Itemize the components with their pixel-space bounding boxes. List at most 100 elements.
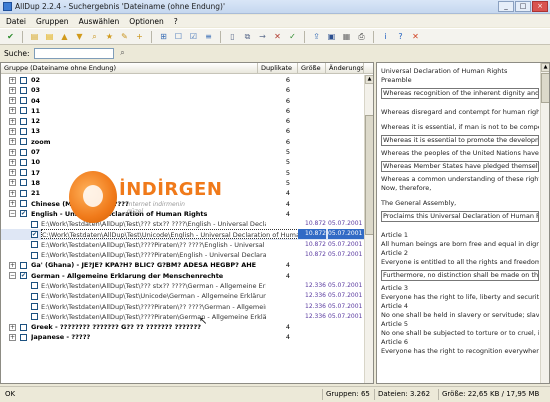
file-checkbox[interactable] — [31, 313, 38, 321]
scroll-up-icon[interactable]: ▲ — [365, 75, 373, 84]
file-row[interactable]: E:\Work\Testdaten\AllDup\Test\????Pirate… — [1, 250, 364, 260]
file-row[interactable]: E:\Work\Testdaten\AllDup\Test\Unicode\Ge… — [1, 291, 364, 301]
file-row[interactable]: E:\Work\Testdaten\AllDup\Test\????Pirate… — [1, 302, 364, 312]
menu-optionen[interactable]: Optionen — [129, 17, 163, 26]
group-checkbox[interactable] — [20, 323, 27, 331]
column-header-group[interactable]: Gruppe (Dateiname ohne Endung) — [1, 63, 258, 74]
group-row[interactable]: +02 6 — [1, 75, 364, 85]
tree-icon[interactable]: ⊞ — [157, 30, 170, 43]
expand-icon[interactable]: + — [9, 169, 16, 177]
menu-auswaehlen[interactable]: Auswählen — [79, 17, 120, 26]
expand-icon[interactable]: + — [9, 148, 16, 156]
expand-icon[interactable]: + — [9, 189, 16, 197]
group-checkbox[interactable] — [20, 127, 27, 135]
group-checkbox[interactable] — [20, 148, 27, 156]
file-checkbox[interactable] — [31, 220, 38, 228]
group-row[interactable]: +07 5 — [1, 147, 364, 157]
file-row[interactable]: E:\Work\Testdaten\AllDup\Test\????Pirate… — [1, 312, 364, 322]
group-checkbox[interactable]: ✔ — [20, 272, 27, 280]
collapse-icon[interactable]: − — [9, 272, 16, 280]
preview-scrollbar[interactable]: ▲ — [540, 63, 549, 383]
group-checkbox[interactable] — [20, 76, 27, 84]
save-icon[interactable]: ▣ — [325, 30, 338, 43]
group-row[interactable]: +13 6 — [1, 126, 364, 136]
group-checkbox[interactable] — [20, 200, 27, 208]
expand-icon[interactable]: + — [9, 127, 16, 135]
file-row[interactable]: E:\Work\Testdaten\AllDup\Test\??? stx?? … — [1, 281, 364, 291]
group-row[interactable]: + Ga' (Ghana) - JE?JE? KPA?H? BLIC? G?BM?… — [1, 260, 364, 270]
search-input[interactable] — [33, 47, 114, 59]
expand-icon[interactable]: + — [9, 179, 16, 187]
document-icon[interactable]: ▯ — [226, 30, 239, 43]
list-icon[interactable]: ≡ — [202, 30, 215, 43]
folder-up-icon[interactable]: ▲ — [58, 30, 71, 43]
scroll-thumb[interactable] — [365, 115, 373, 235]
check-icon[interactable]: ✔ — [4, 30, 17, 43]
group-checkbox[interactable] — [20, 107, 27, 115]
group-checkbox[interactable] — [20, 86, 27, 94]
group-row[interactable]: + zoom 6 — [1, 137, 364, 147]
column-header-date[interactable]: Änderungsdat — [326, 63, 364, 74]
menu-help[interactable]: ? — [174, 17, 178, 26]
group-checkbox[interactable] — [20, 138, 27, 146]
folder-search-icon[interactable]: ⌕ — [88, 30, 101, 43]
file-checkbox[interactable] — [31, 303, 38, 311]
grid-scrollbar[interactable]: ▲ — [364, 75, 373, 383]
file-checkbox[interactable] — [31, 292, 38, 300]
preview-scroll-thumb[interactable] — [541, 73, 549, 103]
search-icon[interactable]: ⌕ — [117, 48, 129, 59]
expand-icon[interactable]: + — [9, 86, 16, 94]
folder-down-icon[interactable]: ▼ — [73, 30, 86, 43]
file-row[interactable]: E:\Work\Testdaten\AllDup\Test\????Pirate… — [1, 240, 364, 250]
document-delete-icon[interactable]: ✕ — [271, 30, 284, 43]
menu-datei[interactable]: Datei — [6, 17, 26, 26]
group-checkbox[interactable]: ✔ — [20, 210, 27, 218]
expand-icon[interactable]: + — [9, 261, 16, 269]
help-icon[interactable]: ? — [394, 30, 407, 43]
file-checkbox[interactable] — [31, 251, 38, 259]
preview-scroll-up-icon[interactable]: ▲ — [541, 63, 549, 72]
info-icon[interactable]: i — [379, 30, 392, 43]
document-move-icon[interactable]: → — [256, 30, 269, 43]
select-icon[interactable]: ☐ — [172, 30, 185, 43]
file-checkbox[interactable] — [31, 282, 38, 290]
group-row[interactable]: +03 6 — [1, 85, 364, 95]
checkbox-icon[interactable]: ☑ — [187, 30, 200, 43]
expand-icon[interactable]: + — [9, 333, 16, 341]
group-checkbox[interactable] — [20, 261, 27, 269]
file-checkbox[interactable]: ✔ — [31, 230, 38, 238]
export-icon[interactable]: ⇪ — [310, 30, 323, 43]
group-checkbox[interactable] — [20, 333, 27, 341]
expand-icon[interactable]: + — [9, 97, 16, 105]
folder-edit-icon[interactable]: ✎ — [118, 30, 131, 43]
group-row[interactable]: +11 6 — [1, 106, 364, 116]
group-checkbox[interactable] — [20, 179, 27, 187]
expand-icon[interactable]: + — [9, 200, 16, 208]
group-row[interactable]: +10 5 — [1, 157, 364, 167]
close-button[interactable]: × — [532, 1, 548, 12]
expand-icon[interactable]: + — [9, 323, 16, 331]
minimize-button[interactable]: _ — [498, 1, 514, 12]
group-row[interactable]: + Greek - ???????? ??????? G?? ?? ???????… — [1, 322, 364, 332]
properties-icon[interactable]: ▦ — [340, 30, 353, 43]
maximize-button[interactable]: □ — [515, 1, 531, 12]
group-checkbox[interactable] — [20, 117, 27, 125]
folder-star-icon[interactable]: ★ — [103, 30, 116, 43]
group-checkbox[interactable] — [20, 189, 27, 197]
folder-add-icon[interactable]: + — [133, 30, 146, 43]
document-check-icon[interactable]: ✓ — [286, 30, 299, 43]
column-header-size[interactable]: Größe — [298, 63, 326, 74]
expand-icon[interactable]: + — [9, 138, 16, 146]
group-checkbox[interactable] — [20, 169, 27, 177]
folder-open-icon[interactable]: ▤ — [43, 30, 56, 43]
group-checkbox[interactable] — [20, 158, 27, 166]
group-row[interactable]: +04 6 — [1, 96, 364, 106]
close-all-icon[interactable]: ✕ — [409, 30, 422, 43]
group-row[interactable]: + Japanese - ????? 4 — [1, 332, 364, 342]
group-row[interactable]: − ✔ German - Allgemeine Erklarung der Mens… — [1, 271, 364, 281]
column-header-duplicates[interactable]: Duplikate — [258, 63, 298, 74]
group-checkbox[interactable] — [20, 97, 27, 105]
expand-icon[interactable]: + — [9, 76, 16, 84]
collapse-icon[interactable]: − — [9, 210, 16, 218]
print-icon[interactable]: ⎙ — [355, 30, 368, 43]
